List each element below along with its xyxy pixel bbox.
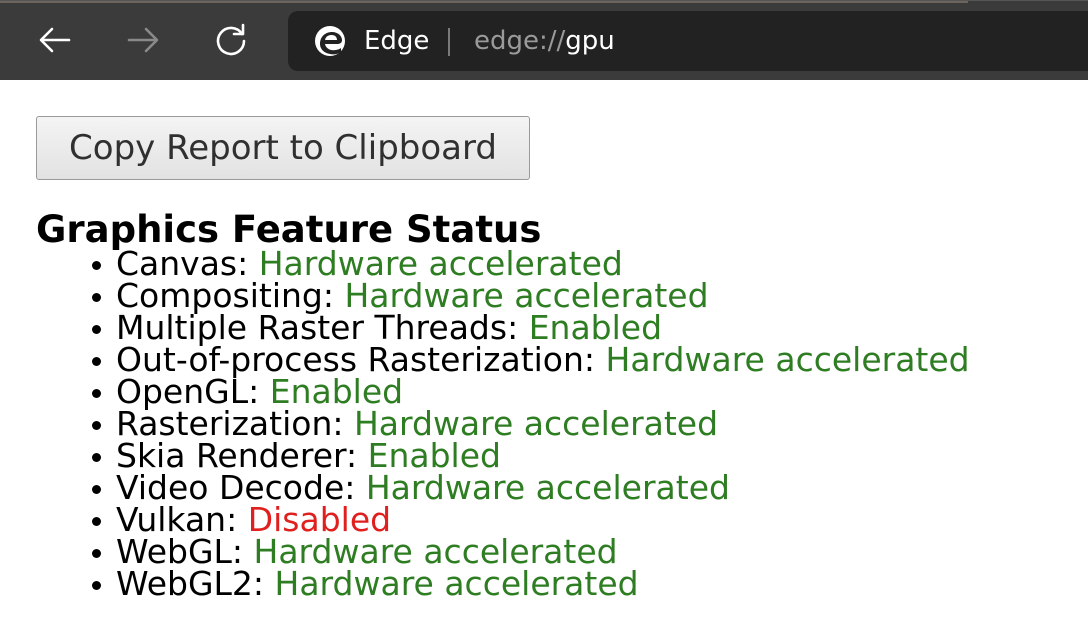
bullet [92,325,101,334]
bullet [92,261,101,270]
bullet [92,293,101,302]
site-identity-label: Edge [364,26,430,56]
bullet [92,549,101,558]
bullet [92,453,101,462]
toolbar-top-edge [0,1,968,3]
bullet [92,389,101,398]
bullet [92,517,101,526]
browser-toolbar: Edge edge://gpu [0,0,1088,80]
feature-status: Hardware accelerated [274,564,639,603]
bullet [92,581,101,590]
feature-item-webgl2: WebGL2: Hardware accelerated [36,567,970,600]
feature-name: WebGL2: [116,564,275,603]
copy-report-button[interactable]: Copy Report to Clipboard [36,116,530,180]
feature-status-list: Canvas: Hardware accelerated Compositing… [36,247,970,600]
bullet [92,421,101,430]
edge-logo-icon [315,26,345,56]
url-host: gpu [565,26,615,56]
url-scheme: edge:// [474,26,566,56]
back-arrow-icon [39,27,71,53]
bullet [92,357,101,366]
bullet [92,485,101,494]
url-text[interactable]: edge://gpu [474,25,615,57]
back-button[interactable] [34,19,76,61]
forward-arrow-icon [127,27,159,53]
feature-status: Hardware accelerated [605,340,970,379]
address-bar[interactable]: Edge edge://gpu [288,11,1088,71]
address-separator [448,28,450,56]
refresh-icon [216,23,246,56]
feature-status: Hardware accelerated [365,468,730,507]
forward-button[interactable] [122,19,164,61]
refresh-button[interactable] [210,19,252,61]
